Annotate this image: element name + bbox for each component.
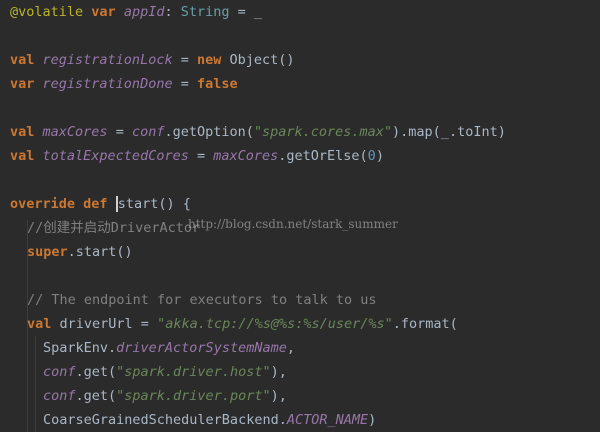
keyword-token: val: [27, 316, 52, 332]
comment-token: // The endpoint for executors to talk to…: [27, 292, 377, 308]
code-line-9: override def start() {: [10, 192, 191, 216]
code-line-14: val driverUrl = "akka.tcp://%s@%s:%s/use…: [27, 312, 458, 336]
field-token: driverActorSystemName: [116, 340, 287, 356]
code-line-10: //创建并启动DriverActor: [27, 216, 200, 240]
keyword-token: val: [10, 148, 35, 164]
code-text: .getOrElse(: [278, 148, 368, 164]
field-token: totalExpectedCores: [42, 148, 189, 164]
field-token: maxCores: [213, 148, 279, 164]
colon-token: :: [164, 4, 173, 20]
code-line-13: // The endpoint for executors to talk to…: [27, 288, 377, 312]
code-text: ): [368, 412, 377, 428]
string-token: "akka.tcp://%s@%s:%s/user/%s": [157, 316, 393, 332]
code-text: ).map(_.toInt): [392, 124, 506, 140]
code-line-1: @volatile var appId: String = _: [10, 0, 262, 24]
watermark-text: http://blog.csdn.net/stark_summer: [188, 217, 398, 231]
keyword-token: val: [10, 124, 35, 140]
code-line-18: CoarseGrainedSchedulerBackend.ACTOR_NAME…: [43, 408, 376, 432]
code-text: .get(: [75, 388, 117, 404]
code-text: driverUrl =: [51, 316, 158, 332]
code-text: .start(): [67, 244, 133, 260]
code-line-3: val registrationLock = new Object(): [10, 48, 295, 72]
string-token: "spark.driver.port": [116, 388, 271, 404]
code-text: =: [188, 148, 214, 164]
field-token: ACTOR_NAME: [286, 412, 369, 428]
indent-guide-inner: [35, 336, 36, 432]
code-text: SparkEnv.: [43, 340, 117, 356]
code-text: =: [107, 124, 132, 140]
keyword-token: def: [83, 196, 108, 212]
code-text: ),: [270, 364, 287, 380]
code-text: CoarseGrainedSchedulerBackend.: [43, 412, 287, 428]
code-text: =: [172, 52, 197, 68]
code-line-7: val totalExpectedCores = maxCores.getOrE…: [10, 144, 384, 168]
code-line-4: var registrationDone = false: [10, 72, 238, 96]
code-line-6: val maxCores = conf.getOption("spark.cor…: [10, 120, 506, 144]
code-text: Object(): [221, 52, 295, 68]
keyword-token: var: [10, 76, 35, 92]
keyword-token: var: [91, 4, 116, 20]
text-caret-method-name[interactable]: start: [115, 196, 159, 212]
field-token: appId: [123, 4, 165, 20]
code-editor[interactable]: @volatile var appId: String = _ val regi…: [0, 0, 600, 432]
code-text: =: [172, 76, 197, 92]
string-token: "spark.cores.max": [253, 124, 393, 140]
type-token: String: [180, 4, 230, 20]
annotation-token: @volatile: [10, 4, 84, 20]
code-line-17: conf.get("spark.driver.port"),: [43, 384, 287, 408]
code-text: ): [375, 148, 384, 164]
keyword-token: val: [10, 52, 35, 68]
code-line-11: super.start(): [27, 240, 133, 264]
code-text: .getOption(: [164, 124, 254, 140]
comment-token: //创建并启动DriverActor: [27, 220, 201, 236]
field-token: registrationDone: [42, 76, 173, 92]
field-token: registrationLock: [42, 52, 173, 68]
code-text: ),: [270, 388, 287, 404]
keyword-token: new: [196, 52, 222, 68]
code-line-16: conf.get("spark.driver.host"),: [43, 360, 287, 384]
field-token: conf: [43, 388, 76, 404]
code-line-15: SparkEnv.driverActorSystemName,: [43, 336, 295, 360]
field-token: conf: [43, 364, 76, 380]
keyword-token: false: [196, 76, 238, 92]
string-token: "spark.driver.host": [116, 364, 271, 380]
number-token: 0: [367, 148, 376, 164]
code-text: = _: [229, 4, 263, 20]
keyword-token: override: [10, 196, 76, 212]
keyword-token: super: [27, 244, 68, 260]
code-text: .get(: [75, 364, 117, 380]
code-text: () {: [158, 196, 191, 212]
field-token: maxCores: [42, 124, 108, 140]
code-text: ,: [286, 340, 295, 356]
code-text: .format(: [392, 316, 458, 332]
field-token: conf: [131, 124, 165, 140]
